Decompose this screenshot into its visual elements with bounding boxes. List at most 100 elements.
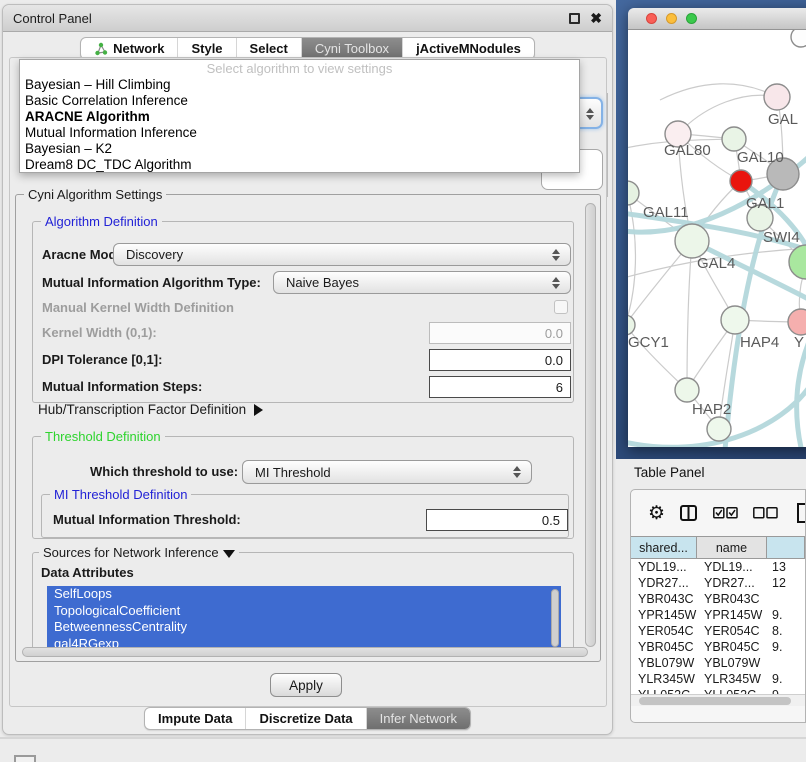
table-horizontal-scrollbar[interactable] — [631, 694, 805, 706]
node-label: GAL80 — [664, 142, 711, 159]
tab-impute-data[interactable]: Impute Data — [145, 708, 245, 729]
mi-steps-field[interactable]: 6 — [429, 376, 571, 398]
node-label: GAL10 — [737, 149, 784, 166]
bottom-left-widget — [14, 755, 36, 762]
threshold-definition-title: Threshold Definition — [41, 429, 165, 444]
node-hap4[interactable] — [721, 306, 749, 334]
gear-icon[interactable]: ⚙ — [648, 504, 665, 523]
node-y[interactable] — [788, 309, 806, 335]
tab-infer-network[interactable]: Infer Network — [366, 708, 470, 729]
table-row[interactable]: YDR27...YDR27...12 — [631, 575, 805, 591]
sources-group: Sources for Network Inference Data Attri… — [32, 552, 574, 656]
tab-label: Select — [250, 41, 288, 56]
settings-horizontal-scrollbar[interactable] — [22, 647, 588, 657]
mac-zoom-button[interactable] — [686, 13, 697, 24]
manual-kernel-checkbox[interactable] — [554, 300, 568, 314]
mac-close-button[interactable] — [646, 13, 657, 24]
which-threshold-combobox[interactable]: MI Threshold — [242, 460, 532, 484]
tab-label: Discretize Data — [259, 711, 352, 726]
aracne-mode-value: Discovery — [126, 247, 183, 262]
close-icon[interactable]: ✖ — [590, 13, 602, 24]
dpi-tolerance-label: DPI Tolerance [0,1]: — [42, 349, 162, 371]
node-green-large[interactable] — [789, 245, 806, 279]
table-row[interactable]: YDL19...YDL19...13 — [631, 559, 805, 575]
list-item[interactable]: TopologicalCoefficient — [47, 603, 561, 620]
popup-item-mutual-information[interactable]: Mutual Information Inference — [20, 125, 579, 141]
settings-vertical-scrollbar[interactable] — [585, 203, 596, 647]
tab-label: jActiveMNodules — [416, 41, 521, 56]
popup-item-dream8[interactable]: Dream8 DC_TDC Algorithm — [20, 157, 579, 173]
node[interactable] — [791, 30, 806, 47]
algorithm-definition-title: Algorithm Definition — [41, 214, 162, 229]
column-header-name[interactable]: name — [697, 537, 767, 558]
network-canvas[interactable]: GAL GAL80 GAL10 GAL1 GAL11 SWI4 GAL4 GCY… — [628, 30, 806, 447]
network-window-titlebar — [628, 8, 806, 30]
table-row[interactable]: YLR345WYLR345W9. — [631, 671, 805, 687]
list-item[interactable]: BetweennessCentrality — [47, 619, 561, 636]
table-row[interactable]: YLL052CYLL052C9. — [631, 687, 805, 694]
manual-kernel-label: Manual Kernel Width Definition — [42, 301, 234, 315]
network-graph: GAL GAL80 GAL10 GAL1 GAL11 SWI4 GAL4 GCY… — [628, 30, 806, 447]
node-label: GAL4 — [697, 255, 735, 272]
popup-prompt: Select algorithm to view settings — [20, 61, 579, 77]
which-threshold-value: MI Threshold — [255, 465, 331, 480]
list-item[interactable]: SelfLoops — [47, 586, 561, 603]
scrollbar-thumb[interactable] — [639, 697, 791, 705]
sources-group-header[interactable]: Sources for Network Inference — [39, 545, 239, 560]
node-label: GAL1 — [746, 195, 784, 212]
table-row[interactable]: YBL079WYBL079W — [631, 655, 805, 671]
node-gal[interactable] — [764, 84, 790, 110]
mi-type-label: Mutual Information Algorithm Type: — [42, 271, 261, 294]
popup-item-aracne[interactable]: ARACNE Algorithm — [20, 109, 579, 125]
tab-cyni-toolbox[interactable]: Cyni Toolbox — [301, 38, 402, 59]
select-all-checkboxes-icon[interactable] — [713, 507, 738, 519]
mi-steps-label: Mutual Information Steps: — [42, 376, 202, 398]
node-bottom[interactable] — [707, 417, 731, 441]
node-gal4[interactable] — [675, 224, 709, 258]
list-scrollbar[interactable] — [551, 589, 559, 647]
mac-minimize-button[interactable] — [666, 13, 677, 24]
tab-network[interactable]: Network — [81, 38, 177, 59]
popup-item-basic-correlation[interactable]: Basic Correlation Inference — [20, 93, 579, 109]
columns-icon[interactable] — [680, 505, 698, 521]
tab-jactivemnodules[interactable]: jActiveMNodules — [402, 38, 534, 59]
mi-type-combobox[interactable]: Naive Bayes — [273, 271, 571, 294]
apply-button[interactable]: Apply — [270, 673, 342, 697]
node-gal10[interactable] — [722, 127, 746, 151]
tab-discretize-data[interactable]: Discretize Data — [245, 708, 365, 729]
hidden-groupbox-edge — [607, 93, 608, 197]
table-row[interactable]: YER054CYER054C8. — [631, 623, 805, 639]
aracne-mode-combobox[interactable]: Discovery — [113, 243, 571, 266]
table-row[interactable]: YBR043CYBR043C — [631, 591, 805, 607]
algorithm-dropdown-popup: Select algorithm to view settings Bayesi… — [19, 59, 580, 173]
mi-threshold-field[interactable]: 0.5 — [426, 509, 568, 531]
popup-item-bayesian-hill-climbing[interactable]: Bayesian – Hill Climbing — [20, 77, 579, 93]
screen: Control Panel ✖ Network — [0, 0, 806, 762]
table-toolbar: ⚙ — [631, 490, 805, 536]
which-threshold-label: Which threshold to use: — [90, 460, 238, 484]
hub-definition-label: Hub/Transcription Factor Definition — [38, 402, 246, 417]
float-window-icon[interactable] — [569, 13, 580, 24]
table-row[interactable]: YPR145WYPR145W9. — [631, 607, 805, 623]
node-gcy1[interactable] — [628, 315, 635, 335]
node-label: GAL11 — [643, 204, 689, 221]
tab-select[interactable]: Select — [236, 38, 301, 59]
window-title: Control Panel — [13, 11, 92, 26]
column-header-clipped[interactable] — [767, 537, 805, 558]
kernel-width-field[interactable]: 0.0 — [429, 322, 571, 344]
collapsed-arrow-icon — [254, 404, 263, 416]
node-hap2[interactable] — [675, 378, 699, 402]
new-table-icon[interactable] — [797, 503, 806, 523]
node-gal1[interactable] — [730, 170, 752, 192]
popup-item-bayesian-k2[interactable]: Bayesian – K2 — [20, 141, 579, 157]
network-node-labels: GAL GAL80 GAL10 GAL1 GAL11 SWI4 GAL4 GCY… — [628, 111, 804, 418]
table-row[interactable]: YBR045CYBR045C9. — [631, 639, 805, 655]
data-attributes-label: Data Attributes — [41, 565, 134, 580]
deselect-all-checkboxes-icon[interactable] — [753, 507, 778, 519]
column-header-shared[interactable]: shared... — [631, 537, 697, 558]
hub-definition-expander[interactable]: Hub/Transcription Factor Definition — [38, 402, 263, 417]
tab-style[interactable]: Style — [177, 38, 235, 59]
dpi-tolerance-field[interactable]: 0.0 — [429, 349, 571, 371]
sources-title: Sources for Network Inference — [43, 545, 219, 560]
tab-label: Impute Data — [158, 711, 232, 726]
